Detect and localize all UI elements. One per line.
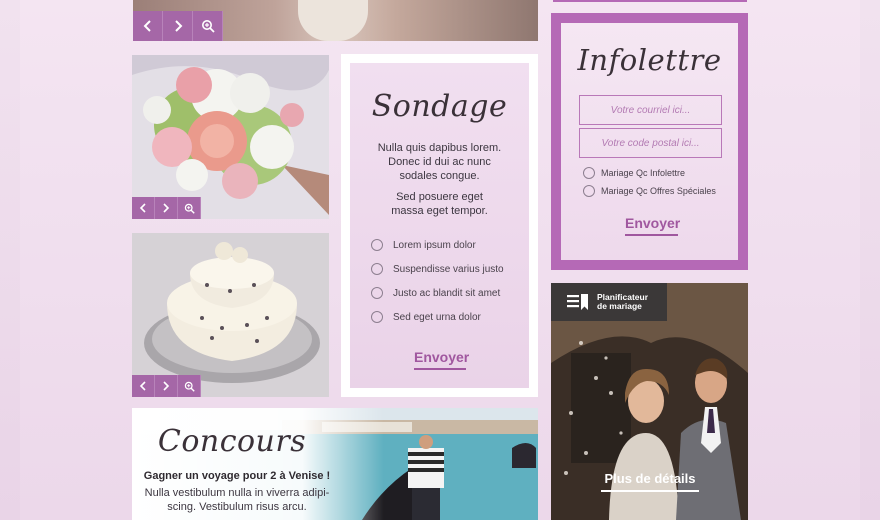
- option-label: Justo ac blandit sit amet: [393, 287, 501, 299]
- hero-prev-button[interactable]: [133, 11, 163, 41]
- infolettre-panel: Infolettre Mariage Qc Infolettre Mariage…: [561, 23, 738, 260]
- option-label: Lorem ipsum dolor: [393, 239, 476, 251]
- bookmark-list-icon: [567, 294, 588, 310]
- email-field[interactable]: [579, 95, 722, 125]
- sondage-submit-button[interactable]: Envoyer: [414, 349, 469, 370]
- option-label: Mariage Qc Offres Spéciales: [601, 186, 716, 196]
- cake-next-button[interactable]: [155, 375, 178, 397]
- chevron-right-icon: [163, 381, 170, 391]
- radio-button[interactable]: [371, 263, 383, 275]
- postal-code-field[interactable]: [579, 128, 722, 158]
- bouquet-zoom-button[interactable]: [178, 197, 201, 219]
- bouquet-next-button[interactable]: [155, 197, 178, 219]
- zoom-in-icon: [201, 20, 215, 33]
- concours-title: Concours: [157, 424, 307, 459]
- infolettre-option-1[interactable]: Mariage Qc Infolettre: [583, 167, 685, 179]
- sondage-panel: Sondage Nulla quis dapibus lorem. Donec …: [350, 63, 529, 388]
- chevron-right-icon: [163, 203, 170, 213]
- hero-next-button[interactable]: [163, 11, 193, 41]
- option-label: Mariage Qc Infolettre: [601, 168, 686, 178]
- zoom-in-icon: [184, 203, 195, 214]
- top-right-strip: [553, 0, 747, 2]
- dress-shape: [298, 0, 368, 41]
- radio-button[interactable]: [371, 287, 383, 299]
- bouquet-controls: [132, 197, 201, 219]
- cake-illustration: [132, 233, 329, 397]
- sondage-option-2[interactable]: Suspendisse varius justo: [371, 263, 504, 275]
- radio-button[interactable]: [583, 167, 595, 179]
- radio-button[interactable]: [371, 239, 383, 251]
- hero-zoom-button[interactable]: [193, 11, 223, 41]
- radio-button[interactable]: [583, 185, 595, 197]
- hero-image: [133, 0, 538, 41]
- planner-badge-text: Planificateur de mariage: [597, 293, 648, 311]
- planner-badge-line2: de mariage: [597, 301, 642, 311]
- radio-button[interactable]: [371, 311, 383, 323]
- sondage-card: Sondage Nulla quis dapibus lorem. Donec …: [341, 54, 538, 397]
- sondage-text-1: Nulla quis dapibus lorem. Donec id dui a…: [377, 142, 502, 182]
- sondage-option-3[interactable]: Justo ac blandit sit amet: [371, 287, 500, 299]
- chevron-left-icon: [139, 203, 146, 213]
- infolettre-option-2[interactable]: Mariage Qc Offres Spéciales: [583, 185, 716, 197]
- sondage-option-4[interactable]: Sed eget urna dolor: [371, 311, 481, 323]
- chevron-right-icon: [174, 20, 182, 32]
- page-container: Sondage Nulla quis dapibus lorem. Donec …: [20, 0, 860, 520]
- sondage-option-1[interactable]: Lorem ipsum dolor: [371, 239, 476, 251]
- option-label: Suspendisse varius justo: [393, 263, 504, 275]
- planner-details-link[interactable]: Plus de détails: [601, 471, 699, 492]
- cake-image: [132, 233, 329, 397]
- concours-subtitle: Gagner un voyage pour 2 à Venise !: [143, 470, 331, 482]
- cake-controls: [132, 375, 201, 397]
- planner-badge: Planificateur de mariage: [551, 283, 667, 321]
- planner-card[interactable]: Planificateur de mariage Plus de détails: [551, 283, 748, 520]
- bouquet-illustration: [132, 55, 329, 219]
- infolettre-title: Infolettre: [577, 43, 722, 77]
- infolettre-card: Infolettre Mariage Qc Infolettre Mariage…: [551, 13, 748, 270]
- bouquet-image: [132, 55, 329, 219]
- sondage-text-2: Sed posuere eget massa eget tempor.: [391, 191, 488, 217]
- cake-prev-button[interactable]: [132, 375, 155, 397]
- cake-zoom-button[interactable]: [178, 375, 201, 397]
- sondage-title: Sondage: [371, 89, 508, 124]
- bouquet-prev-button[interactable]: [132, 197, 155, 219]
- concours-card: Concours Gagner un voyage pour 2 à Venis…: [132, 408, 538, 520]
- chevron-left-icon: [143, 20, 151, 32]
- hero-controls: [133, 11, 223, 41]
- option-label: Sed eget urna dolor: [393, 311, 481, 323]
- zoom-in-icon: [184, 381, 195, 392]
- concours-text: Nulla vestibulum nulla in viverra adipi-…: [144, 487, 330, 513]
- chevron-left-icon: [139, 381, 146, 391]
- infolettre-submit-button[interactable]: Envoyer: [625, 215, 680, 236]
